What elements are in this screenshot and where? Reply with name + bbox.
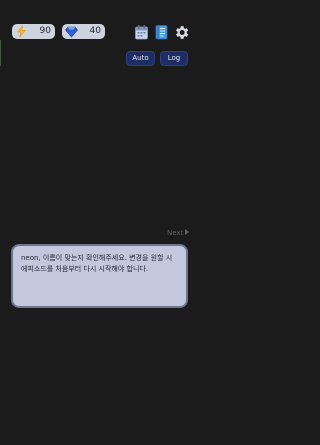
auto-button[interactable]: Auto [126,51,155,66]
energy-counter[interactable]: 90 [12,24,55,39]
gear-icon[interactable] [173,24,190,41]
edge-accent-line [0,40,1,66]
next-arrow-icon [185,229,190,235]
dialog-text: neon, 이름이 맞는지 확인해주세요. 변경을 원할 시 에피소드를 처음부… [21,254,173,273]
dialog-box[interactable]: neon, 이름이 맞는지 확인해주세요. 변경을 원할 시 에피소드를 처음부… [11,244,188,308]
gem-value: 40 [89,26,101,36]
next-label: Next [167,229,184,237]
gem-icon [65,26,78,38]
calendar-icon[interactable] [134,24,149,40]
lightning-icon [16,25,27,38]
energy-value: 90 [39,26,51,36]
log-button[interactable]: Log [160,51,188,66]
gem-counter[interactable]: 40 [62,24,105,39]
book-icon[interactable] [154,24,169,40]
next-button[interactable]: Next [167,229,190,238]
